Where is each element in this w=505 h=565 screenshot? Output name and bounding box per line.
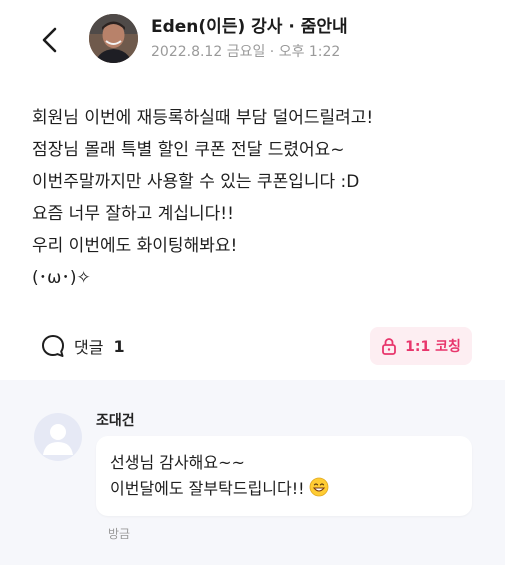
commenter-avatar[interactable] [34, 413, 82, 461]
comments-section: 조대건 선생님 감사해요~~ 이번달에도 잘부탁드립니다!! 방금 [0, 380, 505, 565]
post-body: 회원님 이번에 재등록하실때 부담 덜어드릴려고! 점장님 몰래 특별 할인 쿠… [32, 102, 482, 294]
comment-label: 댓글 [74, 338, 104, 357]
author-name[interactable]: Eden(이든) 강사 · 줌안내 [151, 12, 348, 37]
post-line: 요즘 너무 잘하고 계십니다!! [32, 204, 234, 224]
post-actions: 댓글 1 1:1 코칭 [0, 325, 505, 371]
back-button[interactable] [30, 20, 70, 60]
comment-line: 선생님 감사해요~~ [110, 453, 245, 472]
commenter-name[interactable]: 조대건 [96, 410, 135, 430]
speech-bubble-icon [42, 335, 64, 357]
author-avatar[interactable] [89, 14, 138, 63]
grinning-face-emoji [309, 477, 328, 497]
comment-button[interactable]: 댓글 1 [40, 333, 125, 359]
post-header: Eden(이든) 강사 · 줌안내 2022.8.12 금요일 · 오후 1:2… [0, 0, 505, 80]
comment-bubble: 선생님 감사해요~~ 이번달에도 잘부탁드립니다!! [96, 436, 472, 516]
comment-line-with-emoji: 이번달에도 잘부탁드립니다!! [110, 476, 458, 502]
coaching-badge[interactable]: 1:1 코칭 [370, 327, 472, 365]
comment-line-text: 이번달에도 잘부탁드립니다!! [110, 479, 305, 498]
user-silhouette-icon [43, 424, 73, 455]
post-line: 점장님 몰래 특별 할인 쿠폰 전달 드렸어요~ [32, 140, 345, 160]
post-line: 이번주말까지만 사용할 수 있는 쿠폰입니다 :D [32, 172, 360, 192]
post-date: 2022.8.12 금요일 · 오후 1:22 [151, 44, 341, 60]
post-line: 우리 이번에도 화이팅해봐요! [32, 236, 238, 256]
lock-icon [382, 338, 397, 355]
chevron-left-icon [42, 27, 57, 53]
coaching-label: 1:1 코칭 [405, 339, 461, 355]
comment-count: 1 [113, 336, 125, 356]
post-line: (･ω･)✧ [32, 268, 91, 288]
comment-time: 방금 [108, 527, 131, 541]
post-line: 회원님 이번에 재등록하실때 부담 덜어드릴려고! [32, 108, 374, 128]
